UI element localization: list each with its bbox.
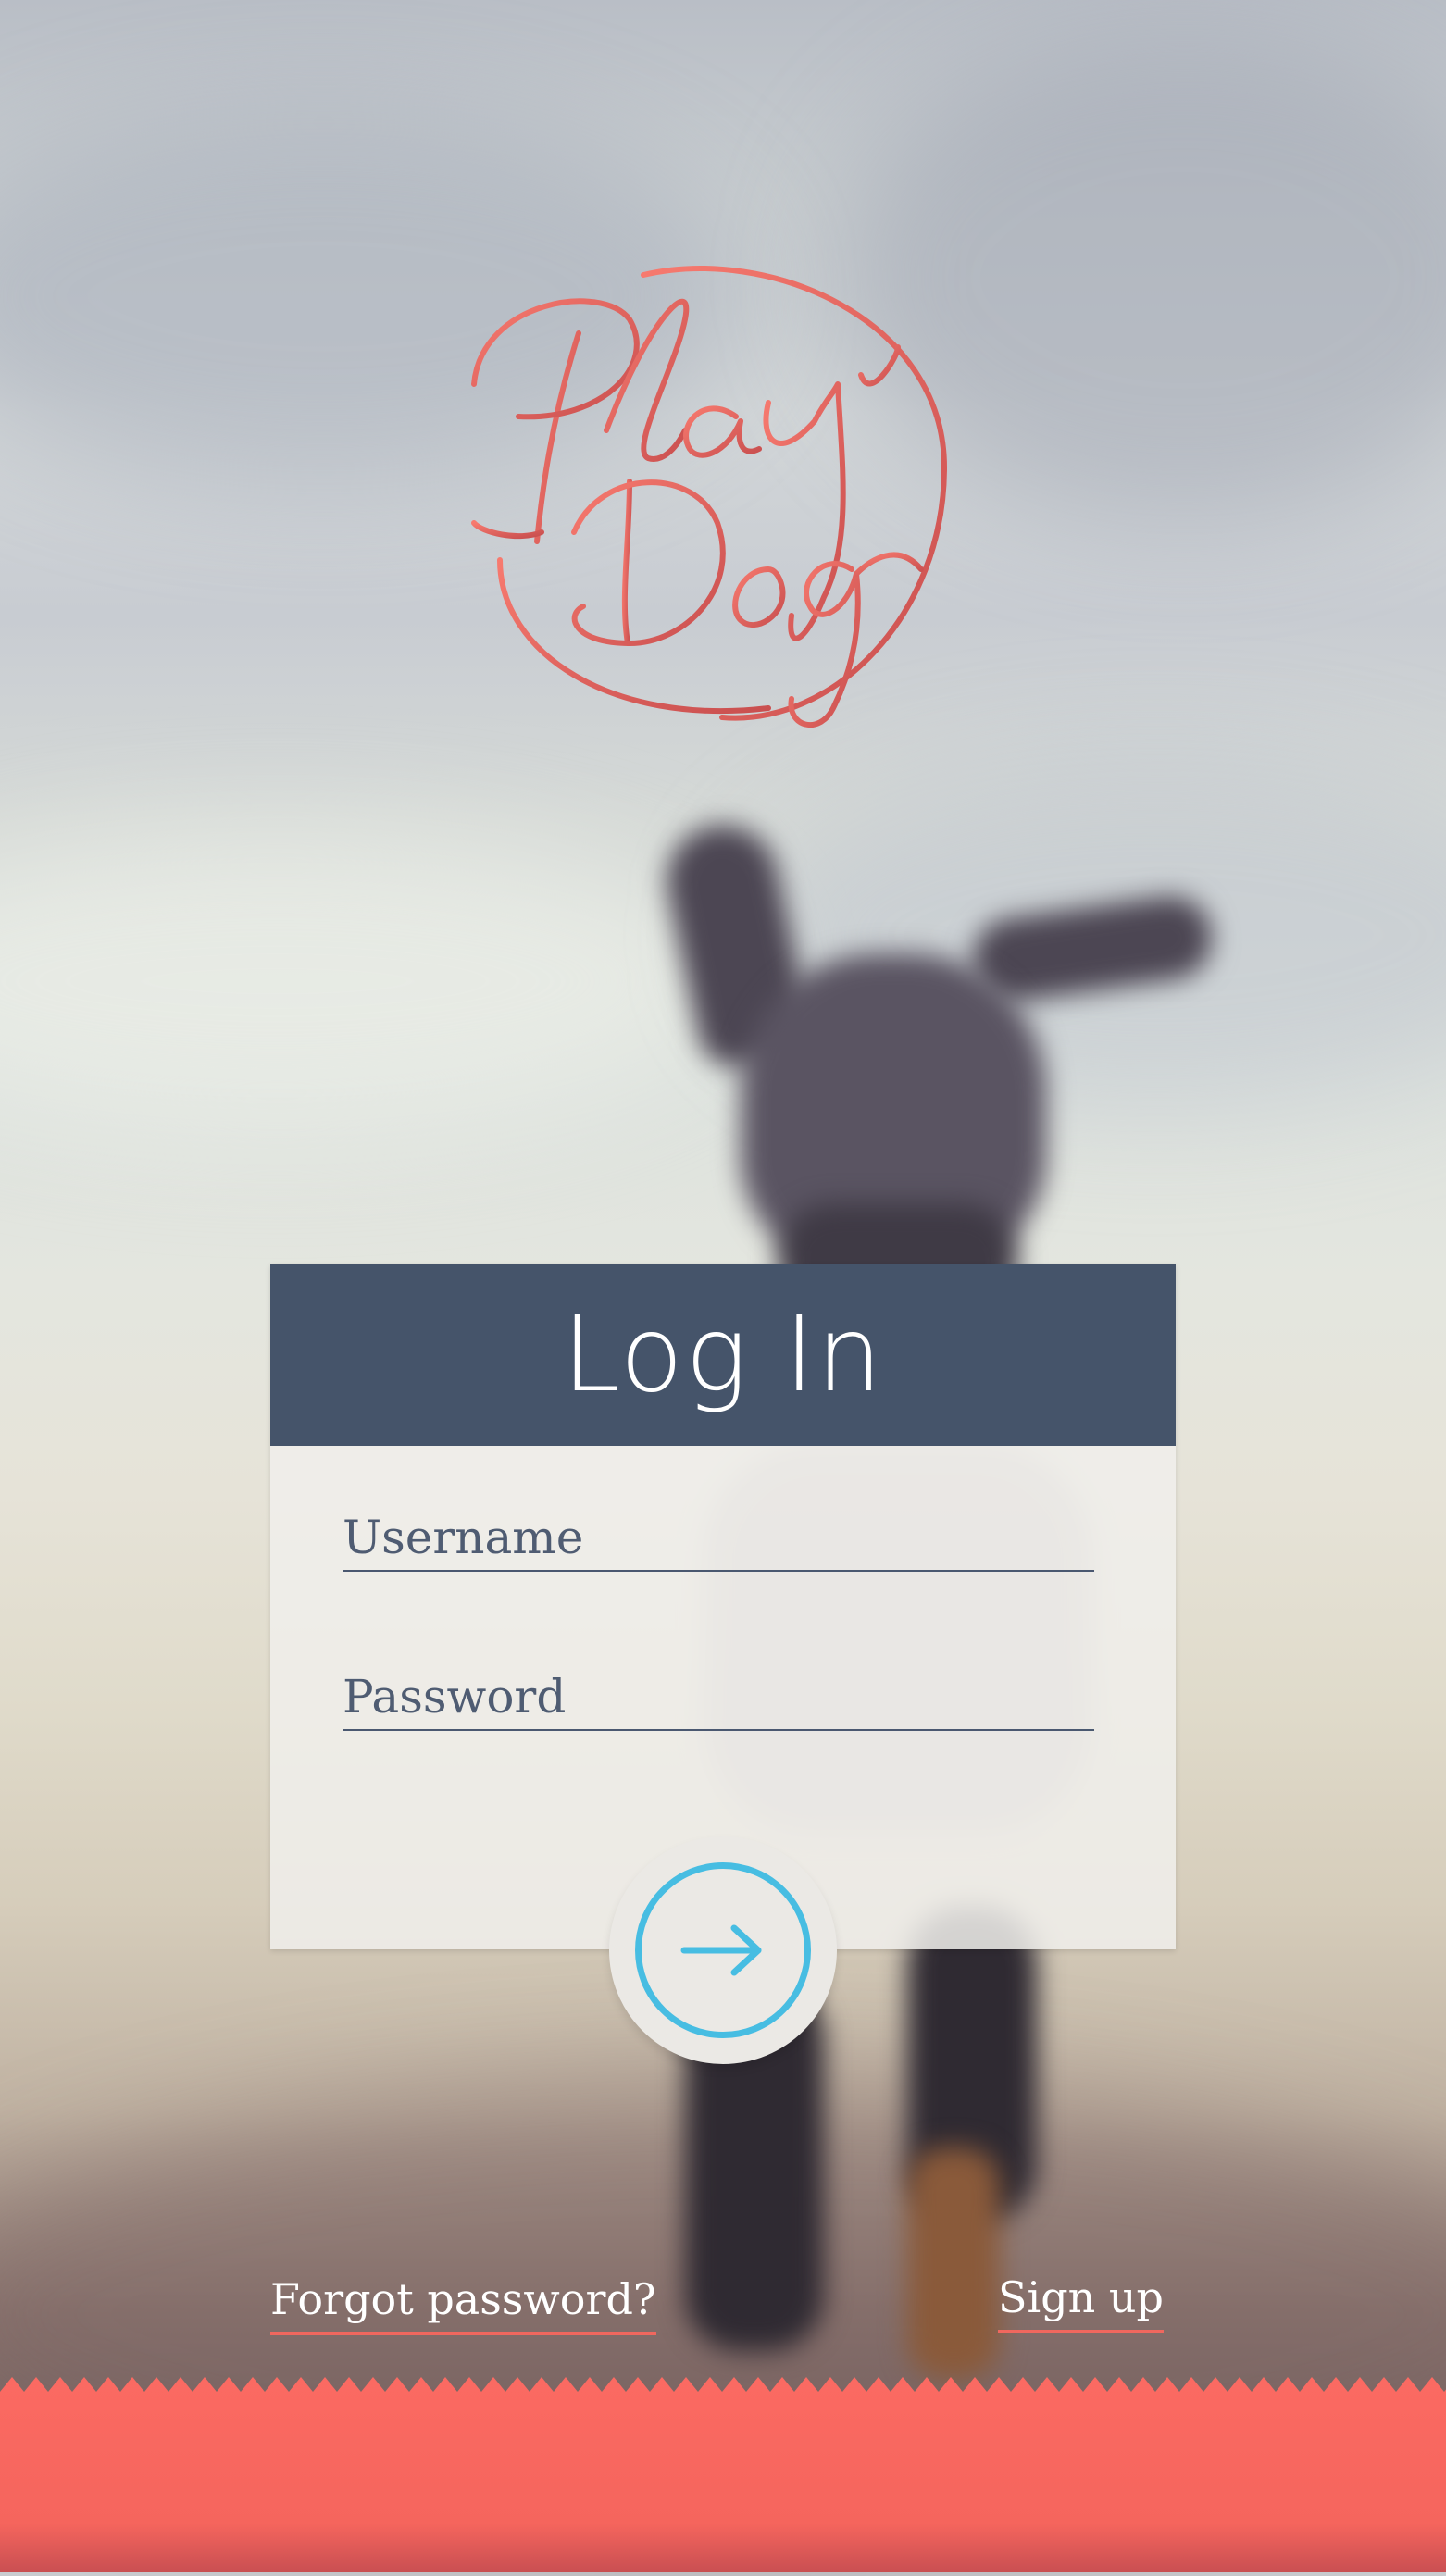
forgot-password-link[interactable]: Forgot password? bbox=[270, 2275, 656, 2335]
username-input[interactable] bbox=[343, 1505, 1094, 1572]
login-header: Log In bbox=[270, 1264, 1176, 1446]
sign-up-link[interactable]: Sign up bbox=[998, 2273, 1164, 2333]
login-title: Log In bbox=[562, 1295, 884, 1415]
password-input[interactable] bbox=[343, 1664, 1094, 1731]
submit-button[interactable] bbox=[635, 1862, 811, 2038]
play-dog-logo bbox=[463, 264, 981, 736]
footer-strip bbox=[0, 2377, 1446, 2572]
arrow-right-icon bbox=[680, 1924, 762, 1976]
